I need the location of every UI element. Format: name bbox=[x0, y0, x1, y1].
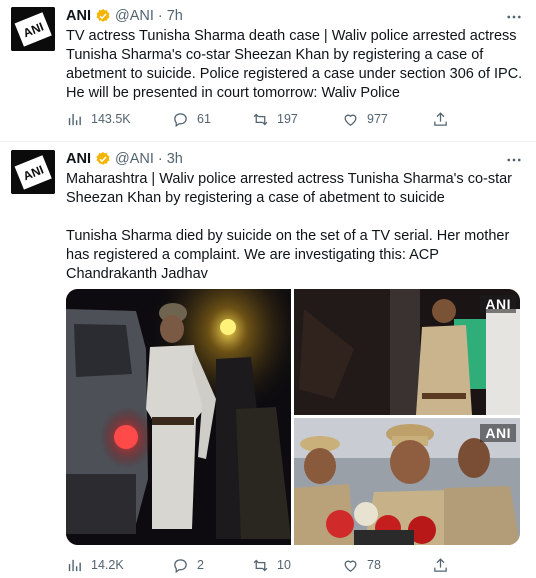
author-handle[interactable]: @ANI bbox=[115, 8, 154, 24]
like-button[interactable]: 977 bbox=[342, 109, 388, 129]
avatar[interactable]: ANI bbox=[11, 150, 55, 194]
reply-icon bbox=[174, 558, 187, 573]
retweet-icon bbox=[253, 113, 268, 125]
author-handle[interactable]: @ANI bbox=[115, 151, 154, 167]
tweet[interactable]: ANI ANI @ANI · 7h TV actress Tunisha Sha… bbox=[0, 0, 536, 142]
reply-count: 2 bbox=[197, 558, 204, 572]
retweet-icon bbox=[253, 559, 268, 571]
share-button[interactable] bbox=[432, 109, 457, 129]
tweet-header: ANI @ANI · 7h bbox=[66, 6, 183, 26]
ani-watermark: ANI bbox=[480, 424, 516, 442]
ani-logo-icon: ANI bbox=[11, 7, 55, 51]
timestamp[interactable]: 7h bbox=[167, 8, 183, 24]
views-count: 14.2K bbox=[91, 558, 124, 572]
photo-officer-doorway[interactable]: ANI bbox=[294, 289, 520, 415]
ani-watermark: ANI bbox=[480, 295, 516, 313]
reply-button[interactable]: 61 bbox=[172, 109, 211, 129]
views-icon bbox=[68, 559, 81, 571]
tweet-text: TV actress Tunisha Sharma death case | W… bbox=[66, 27, 524, 103]
verified-badge-icon bbox=[95, 8, 111, 24]
like-button[interactable]: 78 bbox=[342, 555, 381, 575]
like-icon bbox=[344, 560, 357, 572]
views-icon bbox=[68, 113, 81, 125]
tweet-text: Maharashtra | Waliv police arrested actr… bbox=[66, 170, 524, 284]
tweet-paragraph: TV actress Tunisha Sharma death case | W… bbox=[66, 28, 523, 101]
more-icon[interactable] bbox=[504, 7, 524, 27]
action-bar: 14.2K 2 10 78 bbox=[66, 555, 466, 575]
tweet-header: ANI @ANI · 3h bbox=[66, 149, 183, 169]
more-icon[interactable] bbox=[504, 150, 524, 170]
separator-dot: · bbox=[157, 151, 163, 167]
avatar[interactable]: ANI bbox=[11, 7, 55, 51]
share-icon bbox=[434, 111, 447, 126]
retweet-button[interactable]: 10 bbox=[252, 555, 291, 575]
retweet-count: 10 bbox=[277, 558, 291, 572]
timestamp[interactable]: 3h bbox=[167, 151, 183, 167]
retweet-button[interactable]: 197 bbox=[252, 109, 298, 129]
views-count: 143.5K bbox=[91, 112, 131, 126]
reply-button[interactable]: 2 bbox=[172, 555, 204, 575]
action-bar: 143.5K 61 197 977 bbox=[66, 109, 466, 129]
like-icon bbox=[344, 114, 357, 126]
views-button[interactable]: 143.5K bbox=[66, 109, 131, 129]
ani-logo-icon: ANI bbox=[11, 150, 55, 194]
reply-icon bbox=[174, 112, 187, 127]
tweet[interactable]: ANI ANI @ANI · 3h Maharashtra | Waliv po… bbox=[0, 142, 536, 578]
separator-dot: · bbox=[157, 8, 163, 24]
author-name[interactable]: ANI bbox=[66, 8, 91, 24]
views-button[interactable]: 14.2K bbox=[66, 555, 124, 575]
tweet-paragraph: Maharashtra | Waliv police arrested actr… bbox=[66, 171, 513, 206]
share-button[interactable] bbox=[432, 555, 457, 575]
like-count: 977 bbox=[367, 112, 388, 126]
verified-badge-icon bbox=[95, 151, 111, 167]
photo-press-briefing[interactable]: ANI bbox=[294, 418, 520, 545]
share-icon bbox=[434, 557, 447, 572]
photo-police-night[interactable] bbox=[66, 289, 291, 545]
author-name[interactable]: ANI bbox=[66, 151, 91, 167]
reply-count: 61 bbox=[197, 112, 211, 126]
like-count: 78 bbox=[367, 558, 381, 572]
retweet-count: 197 bbox=[277, 112, 298, 126]
media-grid[interactable]: ANI ANI bbox=[66, 289, 520, 545]
tweet-paragraph: Tunisha Sharma died by suicide on the se… bbox=[66, 228, 510, 282]
